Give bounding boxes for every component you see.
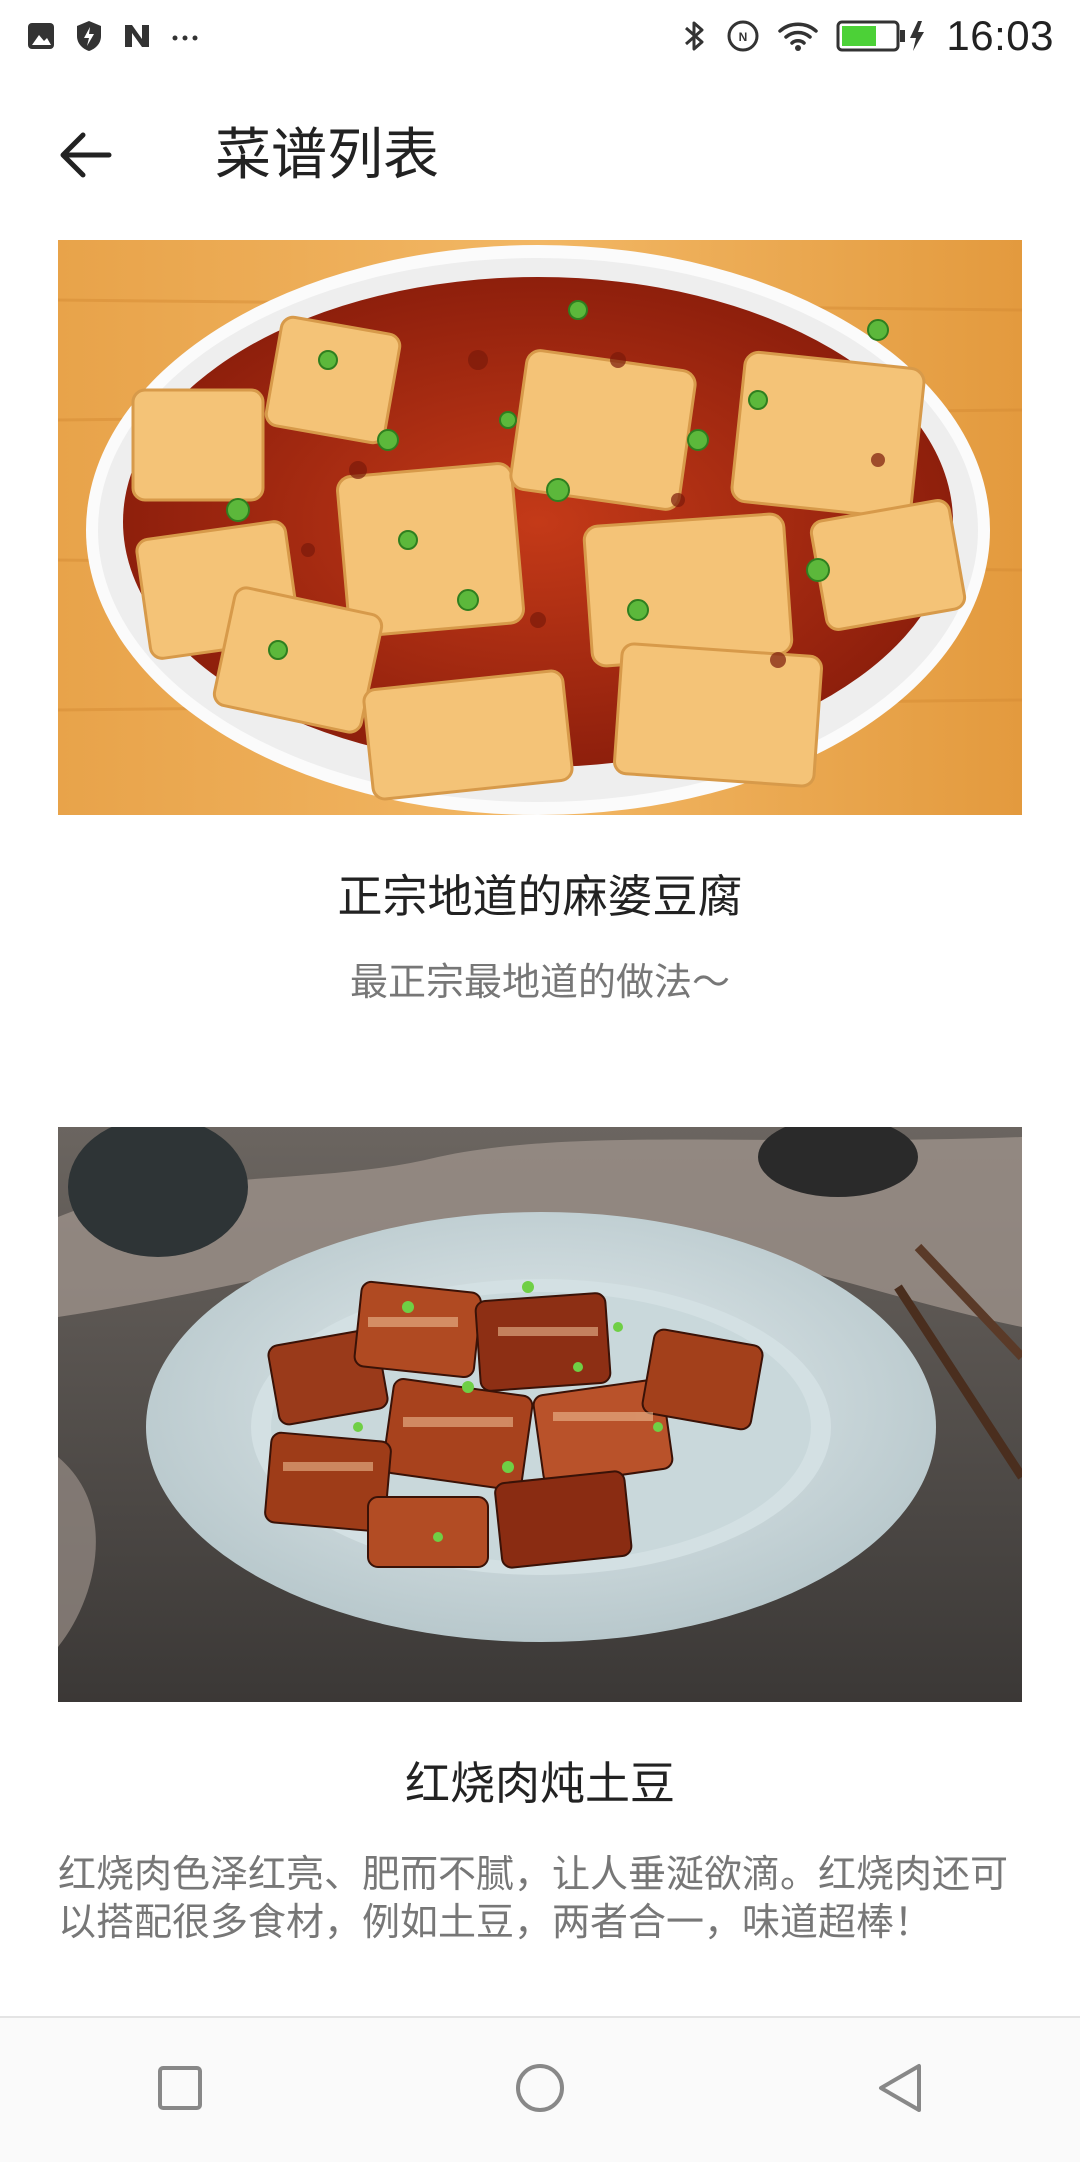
status-left-icons: [26, 19, 200, 53]
bluetooth-icon: [682, 18, 708, 54]
recipe-description: 最正宗最地道的做法～: [349, 960, 730, 1004]
braised-pork-photo: [58, 1127, 1022, 1702]
home-circle-icon: [514, 2062, 566, 2118]
battery-charging-icon: [836, 19, 928, 53]
recipe-card[interactable]: 正宗地道的麻婆豆腐 最正宗最地道的做法～: [58, 240, 1022, 1007]
svg-text:N: N: [739, 30, 748, 44]
more-dots-icon: [170, 21, 200, 51]
page-title: 菜谱列表: [215, 123, 439, 188]
gallery-icon: [26, 21, 56, 51]
system-nav-bar: [0, 2016, 1080, 2162]
recents-button[interactable]: [135, 2045, 225, 2135]
status-bar: N 16:03: [0, 0, 1080, 72]
shield-bolt-icon: [74, 19, 104, 53]
back-triangle-icon: [875, 2062, 925, 2118]
recipe-title: 红烧肉炖土豆: [404, 1757, 675, 1810]
arrow-left-icon: [57, 130, 113, 184]
n-logo-icon: [122, 21, 152, 51]
status-time: 16:03: [946, 12, 1054, 59]
app-bar: 菜谱列表: [0, 72, 1080, 240]
home-button[interactable]: [495, 2045, 585, 2135]
wifi-icon: [778, 20, 819, 52]
mapo-tofu-photo: [58, 240, 1022, 815]
recipe-description: 红烧肉色泽红亮、肥而不腻，让人垂涎欲滴。红烧肉还可以搭配很多食材，例如土豆，两者…: [58, 1852, 1009, 1944]
back-button[interactable]: [50, 122, 120, 192]
system-back-button[interactable]: [855, 2045, 945, 2135]
nfc-icon: N: [726, 19, 760, 53]
recipe-title: 正宗地道的麻婆豆腐: [337, 870, 743, 923]
recipe-card[interactable]: 红烧肉炖土豆 红烧肉色泽红亮、肥而不腻，让人垂涎欲滴。红烧肉还可以搭配很多食材，…: [58, 1127, 1022, 1946]
recents-square-icon: [156, 2064, 204, 2116]
status-right-icons: N 16:03: [682, 12, 1054, 60]
